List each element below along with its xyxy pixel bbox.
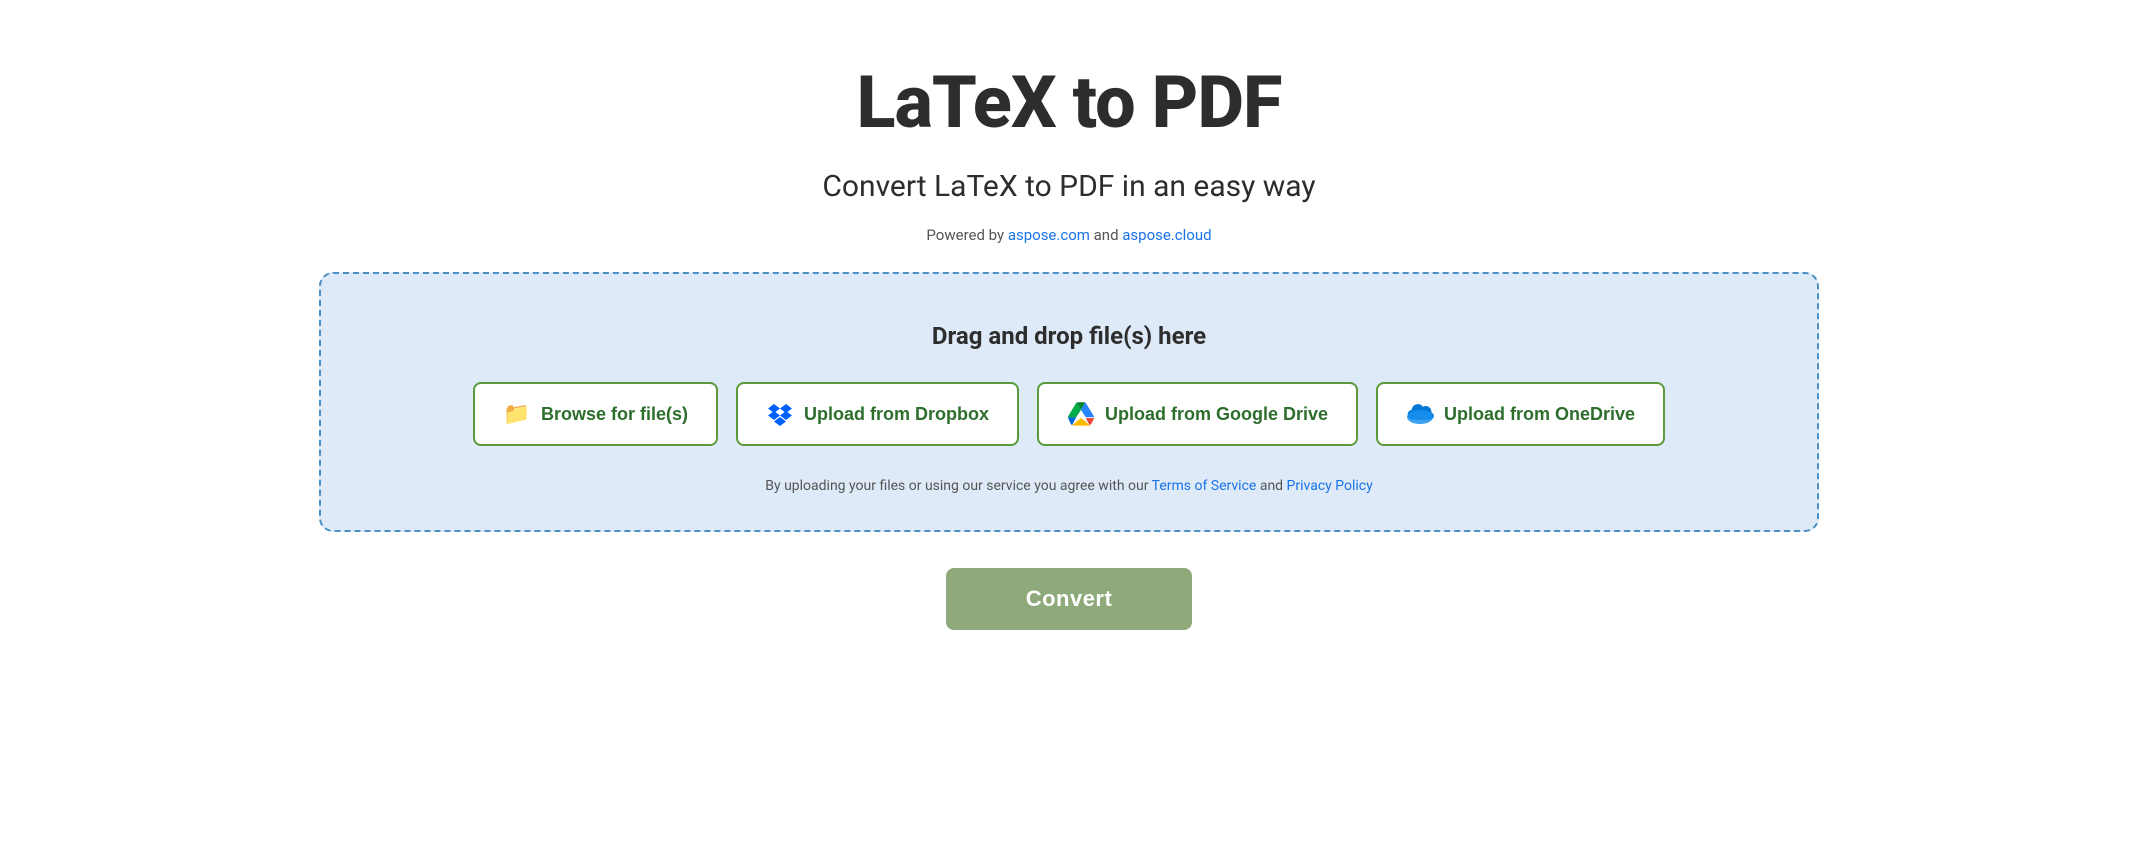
page-title: LaTeX to PDF [857, 60, 1282, 145]
aspose-cloud-link[interactable]: aspose.cloud [1122, 226, 1211, 244]
aspose-com-link[interactable]: aspose.com [1008, 226, 1090, 244]
onedrive-button-label: Upload from OneDrive [1444, 404, 1635, 425]
folder-icon: 📁 [503, 400, 531, 428]
browse-button-label: Browse for file(s) [541, 404, 688, 425]
and-separator-1: and [1094, 226, 1123, 244]
google-drive-button[interactable]: Upload from Google Drive [1037, 382, 1358, 446]
upload-buttons-container: 📁 Browse for file(s) Upload from Dropbox [361, 382, 1777, 446]
terms-text: By uploading your files or using our ser… [765, 478, 1372, 494]
dropbox-icon [766, 400, 794, 428]
powered-by-label: Powered by [926, 226, 1007, 244]
drop-zone[interactable]: Drag and drop file(s) here 📁 Browse for … [319, 272, 1819, 532]
onedrive-button[interactable]: Upload from OneDrive [1376, 382, 1665, 446]
powered-by-text: Powered by aspose.com and aspose.cloud [926, 226, 1211, 244]
google-drive-button-label: Upload from Google Drive [1105, 404, 1328, 425]
terms-prefix: By uploading your files or using our ser… [765, 478, 1151, 494]
onedrive-icon [1406, 400, 1434, 428]
and-separator-2: and [1260, 478, 1287, 494]
google-drive-icon [1067, 400, 1095, 428]
dropbox-button-label: Upload from Dropbox [804, 404, 989, 425]
privacy-policy-link[interactable]: Privacy Policy [1287, 478, 1373, 494]
dropbox-button[interactable]: Upload from Dropbox [736, 382, 1019, 446]
convert-button[interactable]: Convert [946, 568, 1193, 630]
terms-of-service-link[interactable]: Terms of Service [1152, 478, 1257, 494]
drop-zone-title: Drag and drop file(s) here [932, 322, 1206, 350]
browse-button[interactable]: 📁 Browse for file(s) [473, 382, 718, 446]
page-subtitle: Convert LaTeX to PDF in an easy way [822, 169, 1315, 204]
